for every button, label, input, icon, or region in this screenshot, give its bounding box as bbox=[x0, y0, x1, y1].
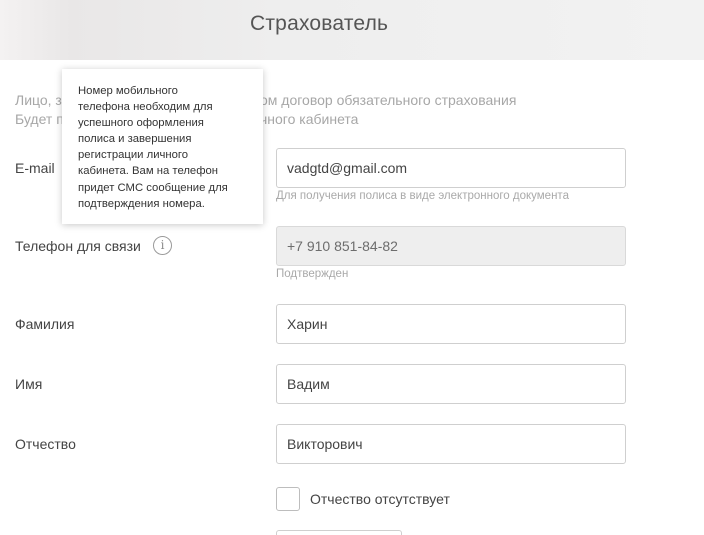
phone-confirmed-hint: Подтвержден bbox=[276, 268, 349, 280]
tooltip-line: полиса и завершения bbox=[78, 133, 192, 146]
email-hint: Для получения полиса в виде электронного… bbox=[276, 190, 569, 202]
intro-line2-left: Будет п bbox=[15, 111, 64, 127]
insurer-form-page: Страхователь Лицо, з ом договор обязател… bbox=[0, 0, 704, 535]
tooltip-line: кабинета. Вам на телефон bbox=[78, 165, 219, 178]
last-name-label: Фамилия bbox=[15, 316, 75, 332]
page-header: Страхователь bbox=[0, 0, 704, 60]
middle-name-field[interactable] bbox=[276, 424, 626, 464]
tooltip-line: подтверждения номера. bbox=[78, 197, 205, 210]
phone-label: Телефон для связи bbox=[15, 238, 141, 254]
email-field[interactable] bbox=[276, 148, 626, 188]
tooltip-line: придет СМС сообщение для bbox=[78, 181, 228, 194]
intro-line2-right: чного кабинета bbox=[260, 111, 359, 127]
no-middle-name-checkbox[interactable] bbox=[276, 487, 300, 511]
intro-line1-left: Лицо, з bbox=[15, 92, 62, 108]
tooltip-line: телефона необходим для bbox=[78, 101, 213, 114]
first-name-field[interactable] bbox=[276, 364, 626, 404]
middle-name-label: Отчество bbox=[15, 436, 76, 452]
next-field-partial[interactable] bbox=[276, 530, 402, 535]
tooltip-line: регистрации личного bbox=[78, 149, 189, 162]
page-title: Страхователь bbox=[250, 12, 389, 35]
no-middle-name-label: Отчество отсутствует bbox=[310, 491, 450, 507]
info-icon[interactable]: i bbox=[153, 236, 172, 255]
last-name-field[interactable] bbox=[276, 304, 626, 344]
phone-field bbox=[276, 226, 626, 266]
tooltip-line: успешного оформления bbox=[78, 117, 204, 130]
phone-info-tooltip: Номер мобильного телефона необходим для … bbox=[62, 69, 263, 224]
first-name-label: Имя bbox=[15, 376, 43, 392]
tooltip-line: Номер мобильного bbox=[78, 85, 178, 97]
intro-line1-right: ом договор обязательного страхования bbox=[260, 92, 517, 108]
email-label: E-mail bbox=[15, 160, 55, 176]
